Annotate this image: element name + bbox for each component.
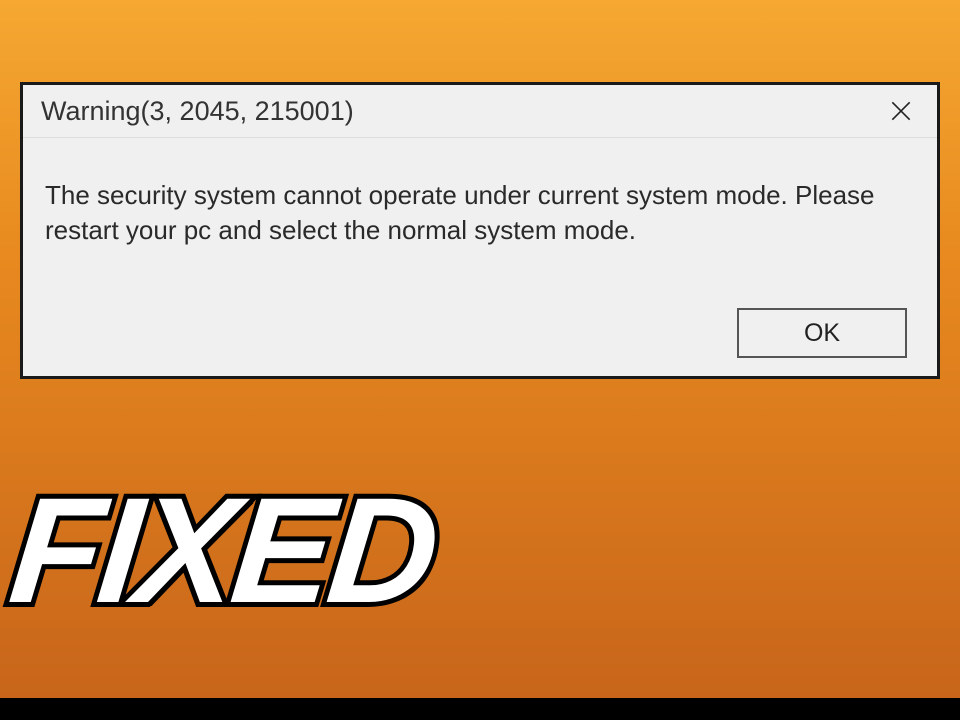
close-icon	[888, 98, 914, 124]
warning-dialog: Warning(3, 2045, 215001) The security sy…	[20, 82, 940, 379]
ok-button[interactable]: OK	[737, 308, 907, 358]
bottom-bar	[0, 698, 960, 720]
button-row: OK	[45, 308, 915, 358]
titlebar: Warning(3, 2045, 215001)	[23, 85, 937, 138]
dialog-title: Warning(3, 2045, 215001)	[41, 96, 354, 127]
dialog-body: The security system cannot operate under…	[23, 138, 937, 376]
dialog-message: The security system cannot operate under…	[45, 178, 915, 248]
banner-fixed: FIXED	[5, 483, 441, 618]
close-button[interactable]	[883, 93, 919, 129]
